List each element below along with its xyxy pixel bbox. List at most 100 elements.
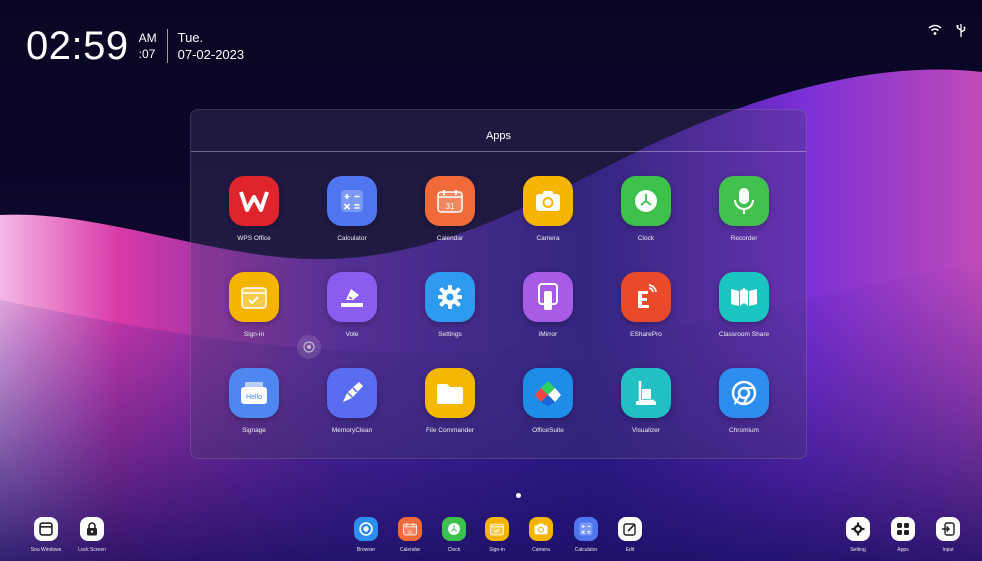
dock-label: Calendar <box>399 547 421 553</box>
dock-browser-button[interactable]: Browser <box>346 517 386 553</box>
classroom-share-icon <box>719 272 769 322</box>
clock-ampm: AM <box>138 31 157 45</box>
apps-icon <box>891 517 915 541</box>
calculator-icon <box>327 176 377 226</box>
app-label: Calculator <box>337 235 367 242</box>
dock-label: Clock <box>447 547 461 553</box>
app-signage[interactable]: Hello Signage <box>206 368 302 434</box>
page-indicator-dot[interactable] <box>516 493 521 498</box>
dock-label: Browser <box>356 547 376 553</box>
app-chromium[interactable]: Chromium <box>696 368 792 434</box>
sign-in-icon <box>485 517 509 541</box>
clock-seconds: :07 <box>138 47 156 61</box>
chromium-icon <box>719 368 769 418</box>
visualizer-icon <box>621 368 671 418</box>
dock-label: Setting <box>850 547 866 553</box>
app-sign-in[interactable]: Sign-in <box>206 272 302 338</box>
signage-icon: Hello <box>229 368 279 418</box>
app-calculator[interactable]: Calculator <box>304 176 400 242</box>
app-label: MemoryClean <box>331 427 373 434</box>
app-label: EShare​Pro <box>630 331 662 338</box>
app-settings[interactable]: Settings <box>402 272 498 338</box>
clock-divider <box>166 29 168 63</box>
dock-clock-button[interactable]: Clock <box>434 517 474 553</box>
app-label: Calendar <box>436 235 464 242</box>
app-camera[interactable]: Camera <box>500 176 596 242</box>
dock-input-button[interactable]: Input <box>928 517 968 553</box>
app-imirror[interactable]: iMirror <box>500 272 596 338</box>
app-recorder[interactable]: Recorder <box>696 176 792 242</box>
officesuite-icon <box>523 368 573 418</box>
app-label: iMirror <box>538 331 558 338</box>
clock-day: Tue. <box>177 30 204 45</box>
svg-text:31: 31 <box>446 202 455 211</box>
dock-label: Input <box>942 547 954 553</box>
dock-apps-button[interactable]: Apps <box>883 517 923 553</box>
camera-icon <box>529 517 553 541</box>
dock-camera-button[interactable]: Camera <box>521 517 561 553</box>
dock-label: Apps <box>897 547 909 553</box>
app-visualizer[interactable]: Visualizer <box>598 368 694 434</box>
clock-icon <box>621 176 671 226</box>
camera-icon <box>523 176 573 226</box>
dock-calculator-button[interactable]: Calculator <box>566 517 606 553</box>
dock-calendar-button[interactable]: 31 Calendar <box>390 517 430 553</box>
app-vote[interactable]: Vote <box>304 272 400 338</box>
app-officesuite[interactable]: OfficeSuite <box>500 368 596 434</box>
app-clock[interactable]: Clock <box>598 176 694 242</box>
dock-sign-in-button[interactable]: Sign-in <box>477 517 517 553</box>
clock-date-block: Tue. 07-02-2023 <box>178 29 245 63</box>
app-memoryclean[interactable]: MemoryClean <box>304 368 400 434</box>
calendar-icon: 31 <box>425 176 475 226</box>
app-label: Clock <box>637 235 655 242</box>
app-classroom-share[interactable]: Classroom Share <box>696 272 792 338</box>
dock-label: Lock Screen <box>78 547 106 553</box>
app-label: Settings <box>438 331 462 338</box>
wps-office-icon <box>229 176 279 226</box>
dock-label: Camera <box>532 547 550 553</box>
app-label: Vote <box>345 331 359 338</box>
microphone-icon <box>719 176 769 226</box>
vote-icon <box>327 272 377 322</box>
apps-panel-title: Apps <box>485 130 512 142</box>
dock-label: Sou Windows <box>30 547 62 553</box>
wifi-icon[interactable] <box>928 24 942 37</box>
dock-setting-button[interactable]: Setting <box>838 517 878 553</box>
dock-label: Edit <box>625 547 635 553</box>
mirror-icon <box>523 272 573 322</box>
clock-ampm-block: AM :07 <box>139 30 157 62</box>
clock-icon <box>442 517 466 541</box>
dock-edit-button[interactable]: Edit <box>610 517 650 553</box>
app-file-commander[interactable]: File Commander <box>402 368 498 434</box>
usb-icon[interactable] <box>956 24 966 37</box>
settings-icon <box>425 272 475 322</box>
dock-lock-screen-button[interactable]: Lock Screen <box>72 517 112 553</box>
app-calendar[interactable]: 31 Calendar <box>402 176 498 242</box>
browser-icon <box>354 517 378 541</box>
lock-icon <box>80 517 104 541</box>
app-label: Sign-in <box>243 331 265 338</box>
clock-time: 02:59 <box>26 24 129 68</box>
svg-text:31: 31 <box>408 529 413 534</box>
svg-text:Hello: Hello <box>246 394 262 401</box>
gear-icon <box>846 517 870 541</box>
floating-assist-button[interactable] <box>297 335 321 359</box>
folder-icon <box>425 368 475 418</box>
calculator-icon <box>574 517 598 541</box>
app-label: Signage <box>242 427 266 434</box>
memory-clean-icon <box>327 368 377 418</box>
app-wps-office[interactable]: WPS Office <box>206 176 302 242</box>
calendar-icon: 31 <box>398 517 422 541</box>
dock-sou-windows-button[interactable]: Sou Windows <box>26 517 66 553</box>
apps-panel: Apps WPS Office Calculator 31 Calendar Camer… <box>190 109 807 459</box>
app-label: File Commander <box>425 427 475 434</box>
apps-panel-divider <box>191 151 806 152</box>
edit-icon <box>618 517 642 541</box>
app-eshare-pro[interactable]: EShare​Pro <box>598 272 694 338</box>
app-label: OfficeSuite <box>532 427 564 434</box>
sign-in-icon <box>229 272 279 322</box>
eshare-icon <box>621 272 671 322</box>
app-label: Chromium <box>729 427 759 434</box>
app-label: Recorder <box>730 235 758 242</box>
app-label: Classroom Share <box>718 331 770 338</box>
